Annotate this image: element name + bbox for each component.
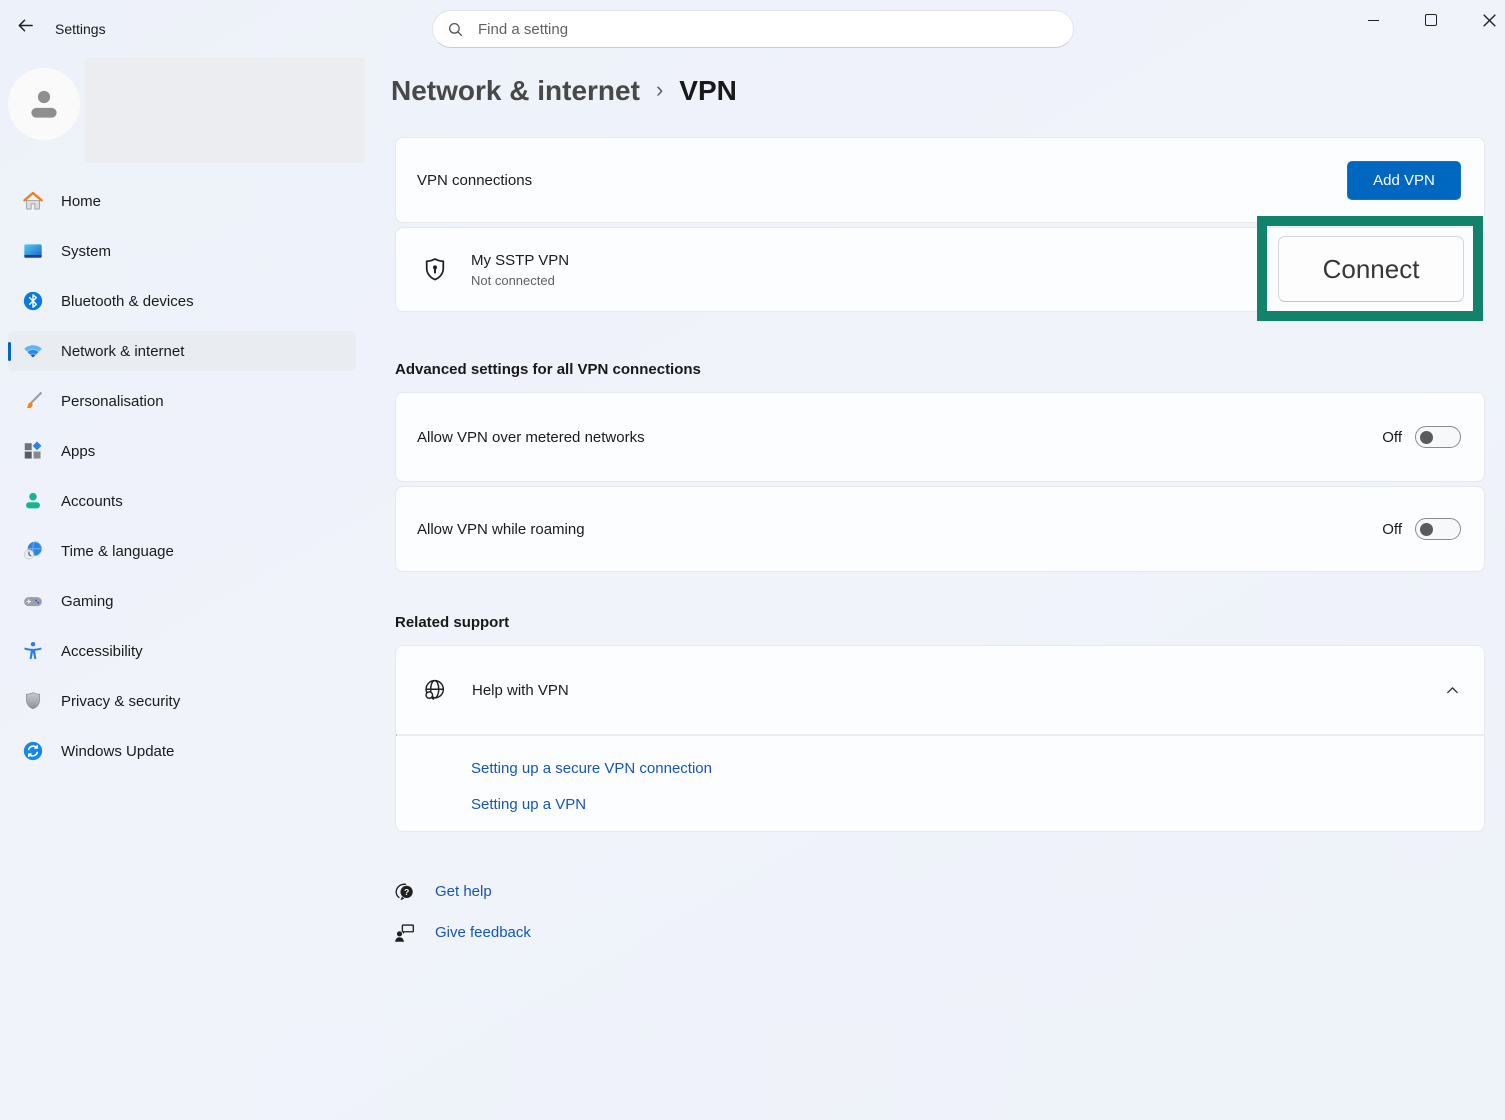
vpn-entry-name: My SSTP VPN: [471, 252, 569, 269]
breadcrumb: Network & internet › VPN: [391, 70, 737, 112]
close-button[interactable]: [1466, 0, 1505, 40]
apps-icon: [22, 440, 44, 462]
bluetooth-icon: [22, 290, 44, 312]
app-title: Settings: [55, 21, 106, 37]
give-feedback-row: Give feedback: [393, 920, 531, 944]
gaming-icon: [22, 590, 44, 612]
sidebar-item-label: Home: [61, 193, 101, 210]
account-name-placeholder: [85, 58, 365, 163]
related-support-card: Help with VPN Setting up a secure VPN co…: [395, 645, 1485, 832]
sidebar-item-personalisation[interactable]: Personalisation: [8, 381, 356, 421]
related-support-heading: Related support: [395, 614, 509, 631]
metered-networks-card: Allow VPN over metered networks Off: [395, 392, 1485, 482]
network-icon: [22, 340, 44, 362]
metered-networks-toggle[interactable]: [1415, 426, 1461, 448]
accessibility-icon: [22, 640, 44, 662]
help-with-vpn-label: Help with VPN: [472, 682, 569, 699]
roaming-label: Allow VPN while roaming: [417, 521, 585, 538]
vpn-shield-icon: [421, 256, 449, 284]
roaming-card: Allow VPN while roaming Off: [395, 486, 1485, 572]
help-globe-icon: [421, 677, 448, 704]
sidebar-item-gaming[interactable]: Gaming: [8, 581, 356, 621]
sidebar-item-time-language[interactable]: Time & language: [8, 531, 356, 571]
maximize-icon: [1425, 14, 1437, 26]
page-title: VPN: [679, 75, 737, 107]
sidebar-item-label: Network & internet: [61, 343, 184, 360]
titlebar: Settings: [0, 0, 1505, 56]
toggle-knob: [1420, 523, 1433, 536]
breadcrumb-parent[interactable]: Network & internet: [391, 75, 640, 107]
sidebar-item-label: Apps: [61, 443, 95, 460]
sidebar-item-label: Time & language: [61, 543, 174, 560]
back-arrow-icon: [16, 16, 35, 40]
sidebar-item-label: Privacy & security: [61, 693, 180, 710]
help-with-vpn-expander[interactable]: Help with VPN: [396, 646, 1484, 734]
advanced-settings-heading: Advanced settings for all VPN connection…: [395, 361, 701, 378]
settings-window: Settings Home System Bluetooth & devices: [0, 0, 1505, 1120]
windows-update-icon: [22, 740, 44, 762]
toggle-state-label: Off: [1382, 429, 1402, 446]
privacy-shield-icon: [22, 690, 44, 712]
svg-text:?: ?: [404, 886, 409, 896]
person-icon: [23, 83, 65, 125]
sidebar-item-bluetooth-devices[interactable]: Bluetooth & devices: [8, 281, 356, 321]
link-setting-up-secure-vpn[interactable]: Setting up a secure VPN connection: [471, 759, 712, 779]
vpn-entry-status: Not connected: [471, 273, 569, 288]
connect-button[interactable]: Connect: [1278, 236, 1464, 302]
back-button[interactable]: [8, 12, 42, 44]
sidebar-item-label: Bluetooth & devices: [61, 293, 194, 310]
sidebar-item-label: Personalisation: [61, 393, 164, 410]
search-input[interactable]: [476, 20, 1059, 39]
sidebar-item-apps[interactable]: Apps: [8, 431, 356, 471]
sidebar-item-label: Accounts: [61, 493, 123, 510]
personalisation-icon: [22, 390, 44, 412]
sidebar-item-accounts[interactable]: Accounts: [8, 481, 356, 521]
minimize-button[interactable]: [1350, 0, 1396, 40]
sidebar-item-home[interactable]: Home: [8, 181, 356, 221]
give-feedback-icon: [393, 921, 416, 944]
sidebar-item-label: System: [61, 243, 111, 260]
sidebar-item-system[interactable]: System: [8, 231, 356, 271]
home-icon: [22, 190, 44, 212]
selected-accent-bar: [8, 342, 11, 361]
toggle-knob: [1420, 431, 1433, 444]
sidebar-item-label: Windows Update: [61, 743, 174, 760]
close-icon: [1483, 14, 1496, 27]
sidebar-item-network-internet[interactable]: Network & internet: [8, 331, 356, 371]
toggle-state-label: Off: [1382, 521, 1402, 538]
minimize-icon: [1368, 20, 1379, 21]
add-vpn-button[interactable]: Add VPN: [1347, 161, 1461, 200]
get-help-link[interactable]: Get help: [435, 883, 492, 900]
accounts-icon: [22, 490, 44, 512]
sidebar-item-label: Gaming: [61, 593, 114, 610]
sidebar-item-label: Accessibility: [61, 643, 143, 660]
chevron-up-icon: [1445, 683, 1460, 698]
user-avatar[interactable]: [8, 68, 80, 140]
sidebar-item-privacy-security[interactable]: Privacy & security: [8, 681, 356, 721]
vpn-connections-card: VPN connections Add VPN: [395, 137, 1485, 223]
system-icon: [22, 240, 44, 262]
link-setting-up-vpn[interactable]: Setting up a VPN: [471, 795, 586, 815]
metered-networks-label: Allow VPN over metered networks: [417, 429, 645, 446]
give-feedback-link[interactable]: Give feedback: [435, 924, 531, 941]
maximize-button[interactable]: [1408, 0, 1454, 40]
time-language-icon: [22, 540, 44, 562]
search-icon: [447, 21, 464, 38]
breadcrumb-chevron-icon: ›: [656, 77, 663, 106]
vpn-connections-label: VPN connections: [417, 172, 532, 189]
search-box[interactable]: [432, 10, 1074, 48]
roaming-toggle[interactable]: [1415, 518, 1461, 540]
sidebar-item-accessibility[interactable]: Accessibility: [8, 631, 356, 671]
sidebar-item-windows-update[interactable]: Windows Update: [8, 731, 356, 771]
get-help-row: ? Get help: [393, 879, 492, 903]
get-help-icon: ?: [393, 880, 416, 903]
